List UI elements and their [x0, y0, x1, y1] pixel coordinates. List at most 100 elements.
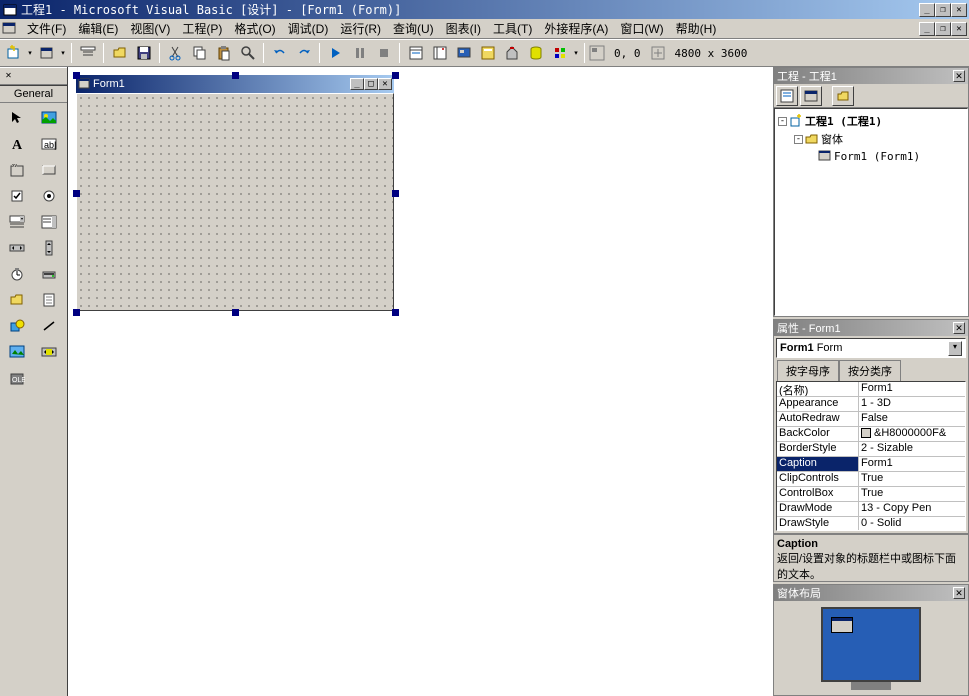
properties-grid[interactable]: (名称)Form1Appearance1 - 3DAutoRedrawFalse…	[776, 381, 966, 531]
ole-tool[interactable]: OLE	[3, 366, 31, 390]
form-item[interactable]: Form1 (Form1)	[834, 150, 920, 163]
form-minimize-button[interactable]: _	[350, 78, 364, 90]
form-designer-area[interactable]: Form1 _ □ ✕	[68, 67, 773, 696]
property-value[interactable]: 2 - Sizable	[859, 442, 965, 456]
shape-tool[interactable]	[3, 314, 31, 338]
menu-diagram[interactable]: 图表(I)	[440, 18, 487, 39]
data-view-button[interactable]	[524, 42, 547, 64]
menu-format[interactable]: 格式(O)	[228, 18, 281, 39]
properties-panel-close[interactable]: ✕	[953, 322, 965, 334]
picturebox-tool[interactable]	[35, 106, 63, 130]
menu-addins[interactable]: 外接程序(A)	[538, 18, 614, 39]
menu-window[interactable]: 窗口(W)	[614, 18, 669, 39]
resize-handle[interactable]	[392, 190, 399, 197]
object-browser-button[interactable]	[476, 42, 499, 64]
resize-handle[interactable]	[232, 72, 239, 79]
resize-handle[interactable]	[73, 309, 80, 316]
copy-button[interactable]	[188, 42, 211, 64]
break-button[interactable]	[348, 42, 371, 64]
form-close-button[interactable]: ✕	[378, 78, 392, 90]
property-row[interactable]: Appearance1 - 3D	[777, 397, 965, 412]
menu-help[interactable]: 帮助(H)	[670, 18, 723, 39]
component-manager-button[interactable]	[548, 42, 571, 64]
commandbutton-tool[interactable]	[35, 158, 63, 182]
redo-button[interactable]	[292, 42, 315, 64]
cut-button[interactable]	[164, 42, 187, 64]
property-value[interactable]: 1 - 3D	[859, 397, 965, 411]
property-value[interactable]: True	[859, 487, 965, 501]
property-row[interactable]: DrawMode13 - Copy Pen	[777, 502, 965, 517]
resize-handle[interactable]	[392, 309, 399, 316]
menu-project[interactable]: 工程(P)	[176, 18, 228, 39]
property-value[interactable]: 13 - Copy Pen	[859, 502, 965, 516]
paste-button[interactable]	[212, 42, 235, 64]
property-row[interactable]: BorderStyle2 - Sizable	[777, 442, 965, 457]
mdi-restore-button[interactable]: ❐	[935, 22, 951, 36]
view-code-button[interactable]	[776, 86, 798, 106]
layout-panel-close[interactable]: ✕	[953, 587, 965, 599]
run-button[interactable]	[324, 42, 347, 64]
vscrollbar-tool[interactable]	[35, 236, 63, 260]
menu-editor-button[interactable]	[76, 42, 99, 64]
stop-button[interactable]	[372, 42, 395, 64]
view-object-button[interactable]	[800, 86, 822, 106]
dirlistbox-tool[interactable]	[3, 288, 31, 312]
component-dropdown[interactable]: ▾	[572, 42, 580, 64]
tab-categorized[interactable]: 按分类序	[839, 360, 901, 381]
property-row[interactable]: AutoRedrawFalse	[777, 412, 965, 427]
designer-form[interactable]: Form1 _ □ ✕	[76, 75, 394, 311]
hscrollbar-tool[interactable]	[3, 236, 31, 260]
menu-debug[interactable]: 调试(D)	[282, 18, 335, 39]
property-value[interactable]: Form1	[859, 457, 965, 471]
property-value[interactable]: Form1	[859, 382, 965, 396]
resize-handle[interactable]	[232, 309, 239, 316]
layout-monitor[interactable]	[821, 607, 921, 682]
maximize-button[interactable]: ❐	[935, 3, 951, 17]
listbox-tool[interactable]	[35, 210, 63, 234]
label-tool[interactable]: A	[3, 132, 31, 156]
combobox-tool[interactable]	[3, 210, 31, 234]
mdi-minimize-button[interactable]: _	[919, 22, 935, 36]
property-row[interactable]: ControlBoxTrue	[777, 487, 965, 502]
resize-handle[interactable]	[73, 190, 80, 197]
property-row[interactable]: BackColor&H8000000F&	[777, 427, 965, 442]
form-layout-button[interactable]	[452, 42, 475, 64]
optionbutton-tool[interactable]	[35, 184, 63, 208]
object-selector[interactable]: Form1 Form ▾	[776, 338, 966, 358]
menu-query[interactable]: 查询(U)	[387, 18, 440, 39]
menu-tools[interactable]: 工具(T)	[487, 18, 538, 39]
property-row[interactable]: CaptionForm1	[777, 457, 965, 472]
add-form-button[interactable]	[35, 42, 58, 64]
property-value[interactable]: &H8000000F&	[859, 427, 965, 441]
close-button[interactable]: ✕	[951, 3, 967, 17]
toolbox-close-button[interactable]: ✕	[3, 71, 14, 82]
project-root[interactable]: 工程1 (工程1)	[805, 113, 882, 129]
properties-window-button[interactable]	[428, 42, 451, 64]
timer-tool[interactable]	[3, 262, 31, 286]
add-project-dropdown[interactable]: ▾	[26, 42, 34, 64]
property-value[interactable]: 0 - Solid	[859, 517, 965, 531]
image-tool[interactable]	[3, 340, 31, 364]
property-value[interactable]: False	[859, 412, 965, 426]
tab-alphabetic[interactable]: 按字母序	[777, 360, 839, 381]
add-form-dropdown[interactable]: ▾	[59, 42, 67, 64]
project-explorer-button[interactable]	[404, 42, 427, 64]
drivelistbox-tool[interactable]	[35, 262, 63, 286]
checkbox-tool[interactable]	[3, 184, 31, 208]
layout-form-preview[interactable]	[831, 617, 853, 633]
line-tool[interactable]	[35, 314, 63, 338]
tree-toggle[interactable]: -	[778, 117, 787, 126]
form-maximize-button[interactable]: □	[364, 78, 378, 90]
forms-folder[interactable]: 窗体	[821, 131, 843, 147]
mdi-close-button[interactable]: ✕	[951, 22, 967, 36]
undo-button[interactable]	[268, 42, 291, 64]
resize-handle[interactable]	[73, 72, 80, 79]
resize-handle[interactable]	[392, 72, 399, 79]
filelistbox-tool[interactable]	[35, 288, 63, 312]
open-button[interactable]	[108, 42, 131, 64]
data-tool[interactable]	[35, 340, 63, 364]
menu-edit[interactable]: 编辑(E)	[72, 18, 124, 39]
object-selector-dropdown[interactable]: ▾	[948, 341, 962, 356]
menu-file[interactable]: 文件(F)	[21, 18, 72, 39]
add-project-button[interactable]	[2, 42, 25, 64]
